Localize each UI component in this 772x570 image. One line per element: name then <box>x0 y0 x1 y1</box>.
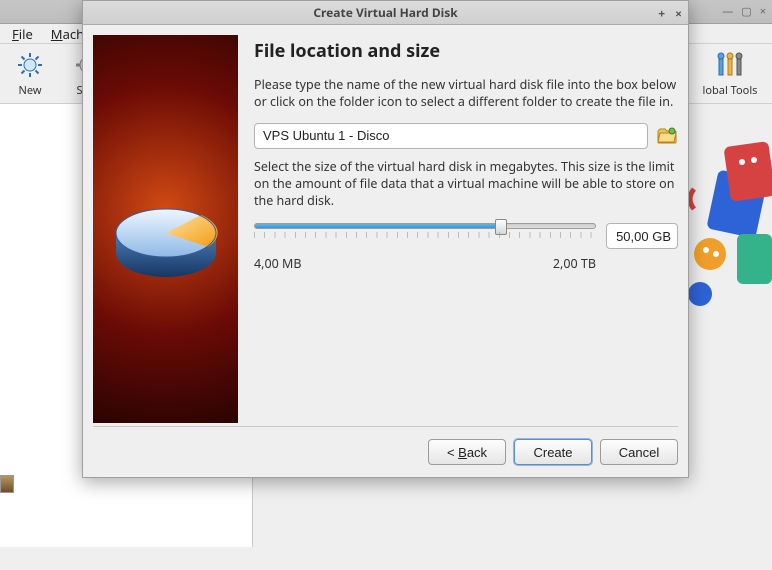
toolbar-global-tools[interactable]: lobal Tools <box>694 50 766 98</box>
dialog-title: Create Virtual Hard Disk <box>313 4 457 21</box>
dialog-button-bar: < Back Create Cancel <box>93 426 678 477</box>
minimize-icon[interactable]: — <box>722 6 733 17</box>
toolbar-new-label: New <box>19 83 42 98</box>
size-description: Select the size of the virtual hard disk… <box>254 159 678 210</box>
wizard-heading: File location and size <box>254 39 678 63</box>
create-button[interactable]: Create <box>514 439 592 465</box>
mascot-decoration <box>682 134 772 314</box>
size-max-label: 2,00 TB <box>553 255 596 272</box>
thumbnail <box>0 475 14 493</box>
shade-icon[interactable]: + <box>658 5 665 22</box>
menu-file[interactable]: File <box>6 24 39 44</box>
wizard-content: File location and size Please type the n… <box>254 35 678 426</box>
tools-icon <box>715 50 745 80</box>
toolbar-new[interactable]: New <box>6 50 54 98</box>
toolbar-global-tools-label: lobal Tools <box>703 83 758 98</box>
disk-size-input[interactable] <box>606 223 678 249</box>
back-button[interactable]: < Back <box>428 439 506 465</box>
create-virtual-hard-disk-dialog: Create Virtual Hard Disk + × <box>82 0 689 478</box>
dialog-titlebar[interactable]: Create Virtual Hard Disk + × <box>83 1 688 25</box>
sun-new-icon <box>15 50 45 80</box>
close-icon[interactable]: × <box>675 5 682 22</box>
maximize-icon[interactable]: ▢ <box>741 6 751 17</box>
disk-size-slider[interactable] <box>254 223 596 238</box>
file-location-description: Please type the name of the new virtual … <box>254 77 678 111</box>
browse-folder-button[interactable] <box>656 125 678 147</box>
cancel-button[interactable]: Cancel <box>600 439 678 465</box>
size-min-label: 4,00 MB <box>254 255 302 272</box>
wizard-sidebar-image <box>93 35 238 423</box>
folder-icon <box>657 127 677 145</box>
close-icon[interactable]: × <box>760 6 766 17</box>
file-location-input[interactable] <box>254 123 648 149</box>
